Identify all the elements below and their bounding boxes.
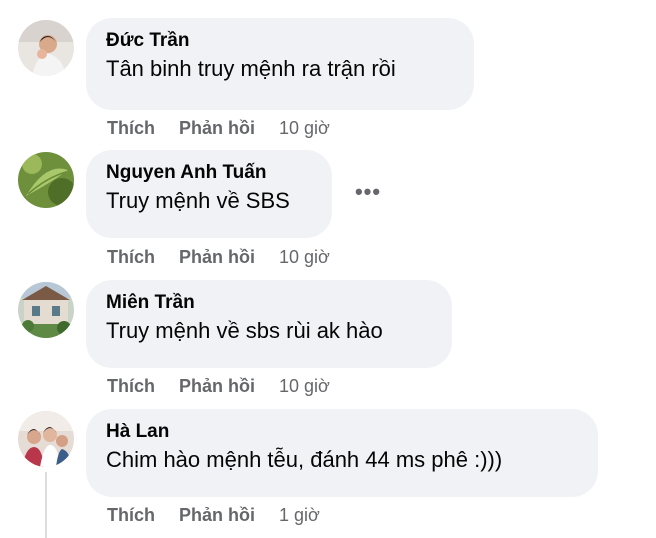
comment-author[interactable]: Nguyen Anh Tuấn — [106, 162, 310, 184]
like-button[interactable]: Thích — [107, 117, 155, 139]
comment-text: Chim hào mệnh tễu, đánh 44 ms phê :))) — [106, 447, 503, 472]
avatar[interactable] — [18, 282, 74, 338]
comment-actions: Thích Phản hồi 10 giờ — [107, 117, 330, 139]
avatar-photo-group-icon — [18, 411, 74, 467]
avatar-photo-person-icon — [18, 20, 74, 76]
comment-text: Truy mệnh về SBS — [106, 188, 290, 213]
reply-button[interactable]: Phản hồi — [179, 504, 255, 526]
comment-item: Nguyen Anh Tuấn Truy mệnh về SBS ••• Thí… — [0, 150, 656, 280]
avatar-photo-leaf-icon — [18, 152, 74, 208]
comment-time[interactable]: 10 giờ — [279, 246, 330, 268]
comment-bubble: Đức Trần Tân binh truy mệnh ra trận rồi — [86, 18, 474, 110]
reply-button[interactable]: Phản hồi — [179, 246, 255, 268]
comment-item: Đức Trần Tân binh truy mệnh ra trận rồi … — [0, 0, 656, 150]
comment-time[interactable]: 10 giờ — [279, 117, 330, 139]
comment-item: Miên Trần Truy mệnh về sbs rùi ak hào Th… — [0, 280, 656, 408]
comment-time[interactable]: 10 giờ — [279, 375, 330, 397]
avatar[interactable] — [18, 20, 74, 76]
like-button[interactable]: Thích — [107, 375, 155, 397]
comment-actions: Thích Phản hồi 10 giờ — [107, 246, 330, 268]
comment-bubble: Nguyen Anh Tuấn Truy mệnh về SBS — [86, 150, 332, 238]
more-options-icon[interactable]: ••• — [352, 179, 384, 204]
comment-bubble: Hà Lan Chim hào mệnh tễu, đánh 44 ms phê… — [86, 409, 598, 497]
comment-author[interactable]: Hà Lan — [106, 421, 576, 443]
comment-actions: Thích Phản hồi 10 giờ — [107, 375, 330, 397]
avatar[interactable] — [18, 411, 74, 467]
like-button[interactable]: Thích — [107, 246, 155, 268]
like-button[interactable]: Thích — [107, 504, 155, 526]
comment-text: Truy mệnh về sbs rùi ak hào — [106, 318, 383, 343]
avatar[interactable] — [18, 152, 74, 208]
reply-button[interactable]: Phản hồi — [179, 375, 255, 397]
comment-text: Tân binh truy mệnh ra trận rồi — [106, 56, 396, 81]
comment-author[interactable]: Đức Trần — [106, 30, 452, 52]
comment-author[interactable]: Miên Trần — [106, 292, 430, 314]
comment-actions: Thích Phản hồi 1 giờ — [107, 504, 320, 526]
avatar-photo-house-icon — [18, 282, 74, 338]
comment-bubble: Miên Trần Truy mệnh về sbs rùi ak hào — [86, 280, 452, 368]
reply-thread-line — [45, 472, 47, 538]
reply-button[interactable]: Phản hồi — [179, 117, 255, 139]
comment-time[interactable]: 1 giờ — [279, 504, 320, 526]
comment-item: Hà Lan Chim hào mệnh tễu, đánh 44 ms phê… — [0, 408, 656, 538]
